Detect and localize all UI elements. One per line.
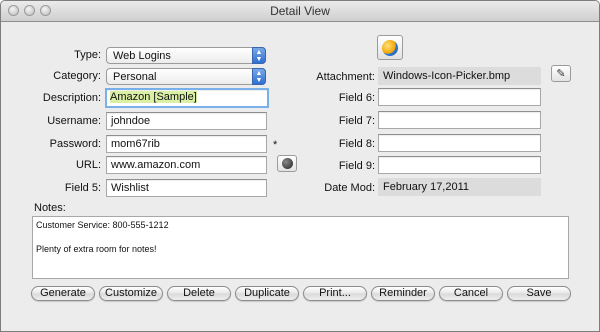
category-value: Personal xyxy=(113,71,157,83)
field5-label: Field 5: xyxy=(64,182,101,194)
window-title: Detail View xyxy=(270,4,330,18)
category-label: Category: xyxy=(53,70,101,82)
delete-button[interactable]: Delete xyxy=(167,286,231,301)
title-bar[interactable]: Detail View xyxy=(1,1,599,22)
description-field[interactable]: Amazon [Sample] xyxy=(105,88,269,108)
field8-field[interactable] xyxy=(378,134,541,152)
cancel-button[interactable]: Cancel xyxy=(439,286,503,301)
duplicate-button[interactable]: Duplicate xyxy=(235,286,299,301)
field7-field[interactable] xyxy=(378,111,541,129)
type-label: Type: xyxy=(74,49,101,61)
save-button[interactable]: Save xyxy=(507,286,571,301)
customize-button[interactable]: Customize xyxy=(99,286,163,301)
field6-label: Field 6: xyxy=(338,92,375,104)
attachment-picker-button[interactable]: ✎ xyxy=(551,65,571,82)
field5-field[interactable]: Wishlist xyxy=(106,179,267,197)
field9-label: Field 9: xyxy=(338,160,375,172)
field6-field[interactable] xyxy=(378,88,541,106)
generate-button[interactable]: Generate xyxy=(31,286,95,301)
field7-label: Field 7: xyxy=(338,115,375,127)
pen-icon: ✎ xyxy=(556,68,566,80)
url-field[interactable]: www.amazon.com xyxy=(106,156,267,174)
description-label: Description: xyxy=(42,92,101,104)
password-label: Password: xyxy=(49,138,101,150)
date-mod-label: Date Mod: xyxy=(324,182,375,194)
url-label: URL: xyxy=(75,159,101,171)
globe-icon xyxy=(382,39,398,56)
notes-line xyxy=(36,231,565,243)
content-area: Type: Web Logins ▲ ▼ Category: Personal ▲… xyxy=(1,22,599,331)
entry-icon-button[interactable] xyxy=(377,35,403,60)
date-mod-field: February 17,2011 xyxy=(378,178,541,196)
field9-field[interactable] xyxy=(378,156,541,174)
type-value: Web Logins xyxy=(113,50,171,62)
description-value: Amazon [Sample] xyxy=(110,91,197,103)
attachment-field: Windows-Icon-Picker.bmp xyxy=(378,67,541,85)
notes-label: Notes: xyxy=(34,202,66,214)
category-popup[interactable]: Personal ▲ ▼ xyxy=(106,68,266,85)
username-label: Username: xyxy=(47,115,101,127)
print-button[interactable]: Print... xyxy=(303,286,367,301)
notes-textarea[interactable]: Customer Service: 800-555-1212 Plenty of… xyxy=(32,216,569,279)
notes-line: Customer Service: 800-555-1212 xyxy=(36,220,169,230)
username-field[interactable]: johndoe xyxy=(106,112,267,130)
notes-line: Plenty of extra room for notes! xyxy=(36,244,157,254)
reminder-button[interactable]: Reminder xyxy=(371,286,435,301)
detail-view-window: Detail View Type: Web Logins ▲ ▼ Category… xyxy=(0,0,600,332)
attachment-label: Attachment: xyxy=(316,71,375,83)
password-required-marker: * xyxy=(273,139,278,151)
field8-label: Field 8: xyxy=(338,138,375,150)
popup-arrows-icon: ▲ ▼ xyxy=(252,47,266,64)
password-field[interactable]: mom67rib xyxy=(106,135,267,153)
type-popup[interactable]: Web Logins ▲ ▼ xyxy=(106,47,266,64)
popup-arrows-icon: ▲ ▼ xyxy=(252,68,266,85)
